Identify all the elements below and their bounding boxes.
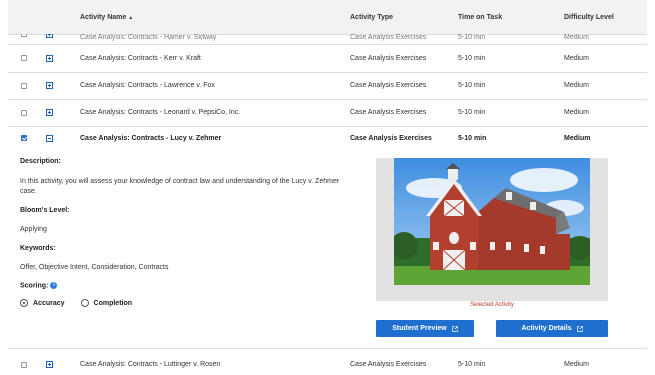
- collapse-icon[interactable]: [46, 134, 53, 142]
- image-caption: Selected Activity: [470, 302, 514, 308]
- row-checkbox[interactable]: [20, 55, 27, 61]
- info-icon[interactable]: i: [50, 282, 58, 289]
- scoring-option-accuracy[interactable]: Accuracy: [20, 299, 65, 307]
- keywords-value: Offer, Objective Intent, Consideration, …: [20, 264, 169, 271]
- row-checkbox-checked[interactable]: [20, 135, 27, 141]
- header-difficulty-level[interactable]: Difficulty Level: [564, 14, 644, 21]
- table-row[interactable]: Case Analysis: Contracts - Lawrence v. F…: [8, 72, 647, 100]
- header-activity-name[interactable]: Activity Name ▲: [66, 14, 350, 21]
- activity-details-button[interactable]: Activity Details: [496, 320, 608, 337]
- activity-image-panel: [376, 158, 608, 301]
- table-row[interactable]: Case Analysis: Contracts - Leonard v. Pe…: [8, 99, 647, 127]
- expand-icon[interactable]: [46, 361, 53, 368]
- external-link-icon: [576, 325, 583, 332]
- blooms-level-label: Bloom's Level:: [20, 207, 70, 214]
- expand-icon[interactable]: [46, 54, 53, 62]
- expand-icon[interactable]: [46, 109, 53, 116]
- scoring-options: Accuracy Completion: [20, 299, 132, 307]
- sort-ascending-icon: ▲: [128, 14, 134, 21]
- scoring-label: Scoring: i: [20, 282, 58, 289]
- radio-unselected-icon[interactable]: [80, 299, 89, 307]
- row-checkbox[interactable]: [20, 361, 27, 368]
- table-row-expanded[interactable]: Case Analysis: Contracts - Lucy v. Zehme…: [8, 126, 647, 150]
- row-checkbox[interactable]: [20, 34, 27, 37]
- external-link-icon: [451, 325, 458, 332]
- expand-icon[interactable]: [46, 34, 53, 38]
- description-label: Description:: [20, 158, 61, 165]
- description-text: In this activity, you will assess your k…: [20, 178, 340, 195]
- table-row[interactable]: Case Analysis: Contracts - Luttinger v. …: [8, 354, 647, 375]
- expand-icon[interactable]: [46, 82, 53, 89]
- radio-selected-icon[interactable]: [20, 299, 28, 307]
- blooms-level-value: Applying: [20, 226, 47, 233]
- header-time-on-task[interactable]: Time on Task: [458, 14, 564, 21]
- row-checkbox[interactable]: [20, 109, 27, 116]
- barn-image: [394, 158, 590, 285]
- table-row[interactable]: Case Analysis: Contracts - Kerr v. Kraft…: [8, 44, 647, 73]
- table-header: Activity Name ▲ Activity Type Time on Tas…: [8, 0, 647, 35]
- scoring-option-completion[interactable]: Completion: [80, 299, 132, 307]
- header-activity-type[interactable]: Activity Type: [350, 14, 458, 21]
- student-preview-button[interactable]: Student Preview: [376, 320, 474, 337]
- activity-detail-panel: Description: In this activity, you will …: [8, 150, 647, 349]
- keywords-label: Keywords:: [20, 245, 56, 252]
- row-checkbox[interactable]: [20, 82, 27, 89]
